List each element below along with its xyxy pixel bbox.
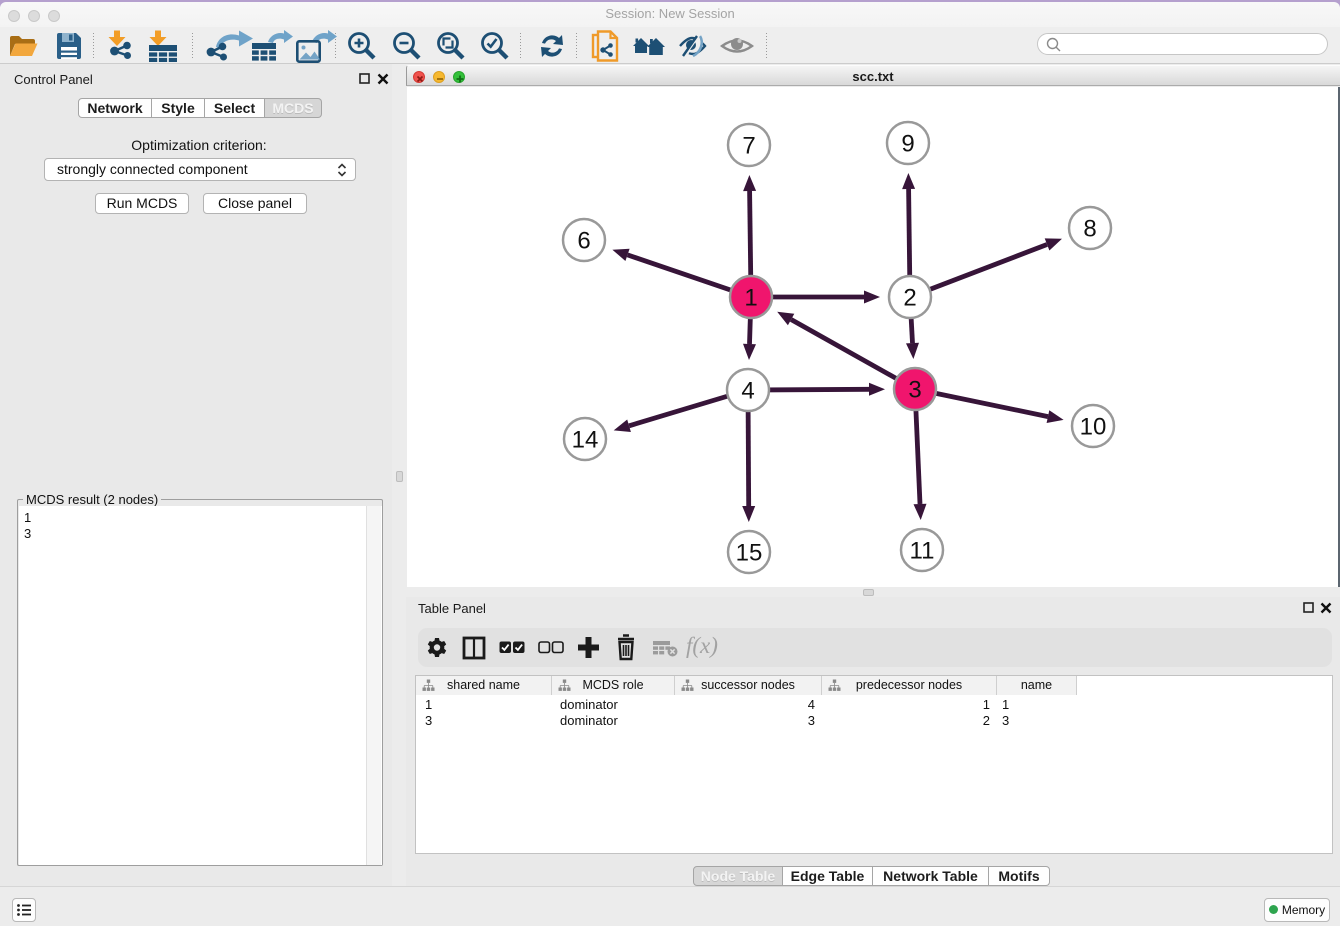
svg-text:10: 10 (1080, 414, 1107, 441)
svg-text:2: 2 (903, 285, 916, 312)
svg-text:3: 3 (908, 377, 921, 404)
svg-text:9: 9 (901, 131, 914, 158)
svg-text:8: 8 (1083, 216, 1096, 243)
svg-text:14: 14 (572, 427, 599, 454)
svg-text:7: 7 (742, 133, 755, 160)
svg-text:15: 15 (736, 540, 763, 567)
svg-text:6: 6 (577, 228, 590, 255)
svg-text:4: 4 (741, 378, 754, 405)
svg-text:11: 11 (910, 538, 935, 565)
svg-text:1: 1 (744, 285, 757, 312)
